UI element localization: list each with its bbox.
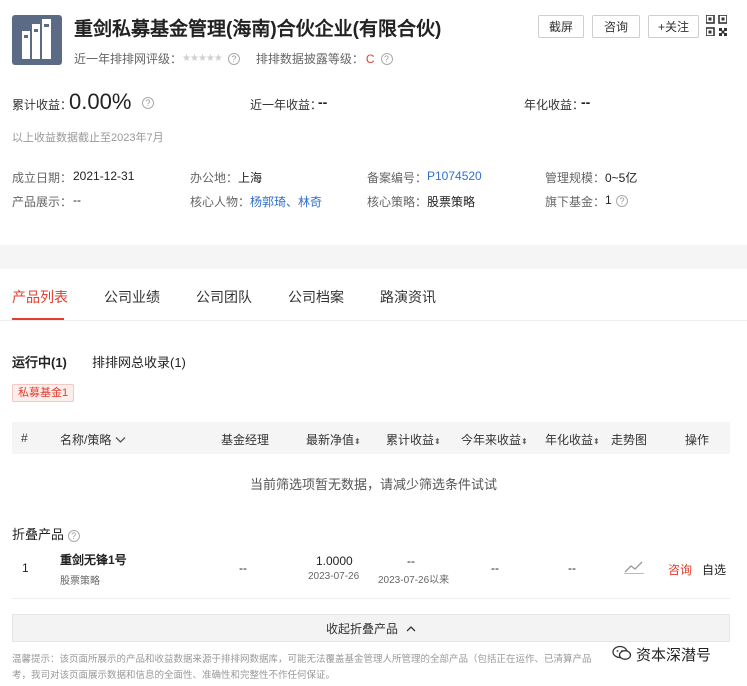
record-label: 备案编号：: [367, 171, 428, 185]
person-link[interactable]: 林奇: [298, 195, 322, 209]
col-index: #: [21, 431, 28, 445]
col-operation: 操作: [685, 433, 710, 447]
tab-team[interactable]: 公司团队: [196, 287, 252, 307]
fund-type-tag[interactable]: 私募基金1: [12, 384, 75, 402]
collapse-folded-button[interactable]: 收起折叠产品: [12, 614, 730, 642]
company-name: 重剑私募基金管理(海南)合伙企业(有限合伙): [74, 19, 442, 40]
fund-name-link[interactable]: 重剑无锋1号: [60, 551, 127, 568]
help-icon[interactable]: ?: [142, 97, 154, 109]
tab-divider: [0, 320, 747, 321]
year-return-label: 近一年收益：: [250, 98, 323, 112]
tab-performance[interactable]: 公司业绩: [104, 287, 160, 307]
chevron-up-icon: [406, 621, 416, 635]
cumulative-return-label: 累计收益：: [12, 98, 73, 112]
person-separator: 、: [286, 195, 299, 209]
fund-nav-date: 2023-07-26: [308, 571, 360, 582]
row-index: 1: [22, 561, 29, 575]
fund-strategy: 股票策略: [60, 576, 100, 587]
col-ytd[interactable]: 今年来收益⬍: [461, 431, 528, 448]
col-annual-label: 年化收益: [545, 433, 594, 447]
office-label: 办公地：: [190, 171, 239, 185]
consult-button[interactable]: 咨询: [592, 15, 640, 38]
sort-icon: ⬍: [521, 437, 528, 446]
disclaimer-line: 考，我司对该页面展示数据和信息的全面性、准确性和完整性不作任何保证。: [12, 670, 336, 681]
company-logo: [12, 15, 62, 65]
subtab-collected[interactable]: 排排网总收录(1): [92, 352, 186, 371]
sort-icon: ⬍: [593, 437, 600, 446]
col-trend: 走势图: [611, 433, 648, 447]
help-icon[interactable]: ?: [67, 530, 80, 542]
funds-value: 1: [605, 193, 612, 207]
consult-link[interactable]: 咨询: [668, 561, 692, 578]
rating-row: 近一年排排网评级： ★★★★★ ? 排排数据披露等级： C ?: [74, 50, 393, 67]
fund-cumulative: --: [407, 554, 415, 568]
footer-disclaimer: 温馨提示：该页面所展示的产品和收益数据来源于排排网数据库，可能无法覆盖基金管理人…: [12, 652, 612, 684]
col-nav[interactable]: 最新净值⬍: [306, 431, 361, 448]
disclosure-label: 排排数据披露等级：: [255, 52, 364, 66]
watermark: 资本深潜号: [612, 644, 711, 665]
folded-products-title: 折叠产品 ?: [12, 524, 80, 543]
fund-ytd: --: [491, 561, 499, 575]
rating-stars-icon: ★★★★★: [182, 53, 223, 64]
data-cutoff-note: 以上收益数据截止至2023年7月: [12, 132, 164, 144]
wechat-icon: [612, 645, 632, 665]
tab-roadshow[interactable]: 路演资讯: [380, 287, 436, 307]
col-manager: 基金经理: [221, 433, 270, 447]
help-icon[interactable]: ?: [380, 52, 393, 65]
people-label: 核心人物：: [190, 195, 251, 209]
cumulative-return-value: 0.00%: [69, 89, 132, 114]
tab-products[interactable]: 产品列表: [12, 287, 68, 307]
fund-manager: --: [239, 561, 247, 575]
fund-annual: --: [568, 561, 576, 575]
disclaimer-line: 温馨提示：该页面所展示的产品和收益数据来源于排排网数据库，可能无法覆盖基金管理人…: [12, 654, 592, 665]
col-nav-label: 最新净值: [306, 433, 355, 447]
tab-profile[interactable]: 公司档案: [288, 287, 344, 307]
collapse-label: 收起折叠产品: [325, 621, 398, 636]
core-people: 杨郭琦、林奇: [250, 193, 322, 210]
add-watchlist-link[interactable]: 自选: [702, 561, 726, 578]
scale-value: 0~5亿: [605, 171, 638, 185]
annual-return-label: 年化收益：: [524, 98, 585, 112]
record-number-link[interactable]: P1074520: [427, 169, 482, 183]
col-name-label: 名称/策略: [60, 433, 112, 447]
watermark-text: 资本深潜号: [636, 647, 712, 664]
col-annual[interactable]: 年化收益⬍: [545, 431, 600, 448]
section-divider: [0, 245, 747, 269]
help-icon[interactable]: ?: [227, 52, 240, 65]
annual-return-value: --: [581, 94, 591, 110]
person-link[interactable]: 杨郭琦: [250, 195, 286, 209]
founded-label: 成立日期：: [12, 171, 73, 185]
trend-chart-icon[interactable]: [624, 560, 644, 577]
year-return-value: --: [318, 94, 328, 110]
rating-label: 近一年排排网评级：: [74, 52, 183, 66]
strategy-label: 核心策略：: [367, 195, 428, 209]
folded-products-label: 折叠产品: [12, 527, 65, 542]
qrcode-icon[interactable]: [705, 14, 728, 37]
strategy-value: 股票策略: [427, 195, 476, 209]
office-value: 上海: [238, 171, 263, 185]
subtab-running[interactable]: 运行中(1): [12, 352, 67, 371]
scale-label: 管理规模：: [545, 171, 606, 185]
funds-label: 旗下基金：: [545, 195, 606, 209]
screenshot-button[interactable]: 截屏: [538, 15, 584, 38]
col-ytd-label: 今年来收益: [461, 433, 522, 447]
fund-cumulative-note: 2023-07-26以来: [378, 575, 450, 586]
sort-icon: ⬍: [434, 437, 441, 446]
products-label: 产品展示：: [12, 195, 73, 209]
col-name[interactable]: 名称/策略: [60, 431, 126, 448]
follow-button[interactable]: +关注: [648, 15, 699, 38]
help-icon[interactable]: ?: [616, 195, 628, 207]
sort-icon: ⬍: [354, 437, 361, 446]
col-cumulative[interactable]: 累计收益⬍: [386, 431, 441, 448]
founded-value: 2021-12-31: [73, 169, 135, 183]
chevron-down-icon: [115, 433, 126, 447]
col-cumulative-label: 累计收益: [386, 433, 435, 447]
row-divider: [12, 598, 730, 599]
disclosure-grade: C: [365, 51, 375, 66]
empty-state-text: 当前筛选项暂无数据，请减少筛选条件试试: [249, 477, 497, 492]
products-value: --: [73, 193, 81, 207]
fund-nav: 1.0000: [316, 554, 353, 568]
